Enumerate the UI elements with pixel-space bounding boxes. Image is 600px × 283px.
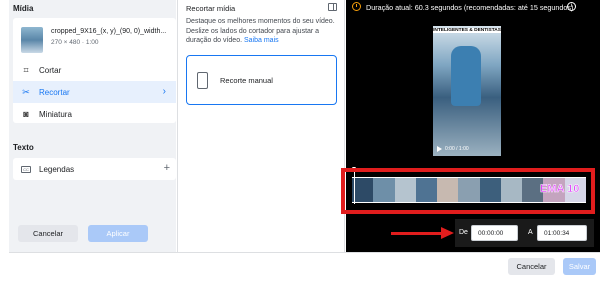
text-section-title: Texto [13,143,34,152]
cc-icon: CC [21,165,31,173]
to-time-input[interactable]: 01:00:34 [537,225,587,241]
duration-warning: Duração atual: 60.3 segundos (recomendad… [366,3,574,12]
info-icon[interactable]: i [567,2,576,11]
phone-icon [197,71,208,89]
to-label: A [528,229,533,236]
from-label: De [459,229,468,236]
cancel-button[interactable]: Cancelar [508,258,555,275]
video-overlay-title: INTELIGENTES & DENTISTAS [433,28,501,33]
crop-icon: ⌗ [23,64,29,75]
menu-item-label: Miniatura [39,109,72,119]
menu-item-thumbnail[interactable]: ◙ Miniatura [13,103,176,125]
scissors-icon: ✂ [22,86,30,97]
learn-more-link[interactable]: Saiba mais [244,37,279,44]
video-preview-panel: Duração atual: 60.3 segundos (recomendad… [346,0,600,252]
captions-label: Legendas [39,164,75,174]
video-frame-figure [451,46,481,106]
media-card: cropped_9X16_(x, y)_(90, 0)_width... 270… [13,18,176,123]
annotation-arrow-head [441,227,454,239]
thumbnail-icon: ◙ [23,109,29,119]
menu-item-crop[interactable]: ⌗ Cortar [13,59,176,81]
left-panel: Mídia cropped_9X16_(x, y)_(90, 0)_width.… [9,0,176,252]
video-thumbnail [21,27,43,53]
trim-panel: Recortar mídia Destaque os melhores mome… [177,0,345,252]
menu-item-label: Cortar [39,65,62,75]
time-range-box: De 00:00:00 A 01:00:34 [455,219,594,247]
layout-icon[interactable] [328,3,337,11]
file-meta: 270 × 480 · 1:00 [51,39,99,46]
highlight-box [341,168,595,214]
file-name: cropped_9X16_(x, y)_(90, 0)_width... [51,28,167,35]
add-icon[interactable]: + [164,162,170,174]
manual-trim-option[interactable]: Recorte manual [186,55,337,105]
cancel-trim-button[interactable]: Cancelar [18,225,78,242]
from-time-input[interactable]: 00:00:00 [471,225,518,241]
time-display: 0:00 / 1:00 [445,146,469,152]
clock-icon [352,2,361,11]
chevron-right-icon: › [162,86,166,97]
save-button[interactable]: Salvar [563,258,596,275]
apply-button[interactable]: Aplicar [88,225,148,242]
annotation-arrow [391,232,443,235]
trim-description: Destaque os melhores momentos do seu víd… [186,17,338,46]
media-section-title: Mídia [13,4,34,13]
video-controls: 0:00 / 1:00 [433,142,501,156]
panel-title: Recortar mídia [186,4,236,13]
menu-item-label: Recortar [39,87,70,97]
captions-item[interactable]: CC Legendas + [13,158,176,180]
manual-trim-label: Recorte manual [220,75,273,85]
menu-item-trim[interactable]: ✂ Recortar › [13,81,176,103]
play-icon[interactable] [437,146,442,152]
video-player[interactable]: INTELIGENTES & DENTISTAS 0:00 / 1:00 [433,26,501,156]
